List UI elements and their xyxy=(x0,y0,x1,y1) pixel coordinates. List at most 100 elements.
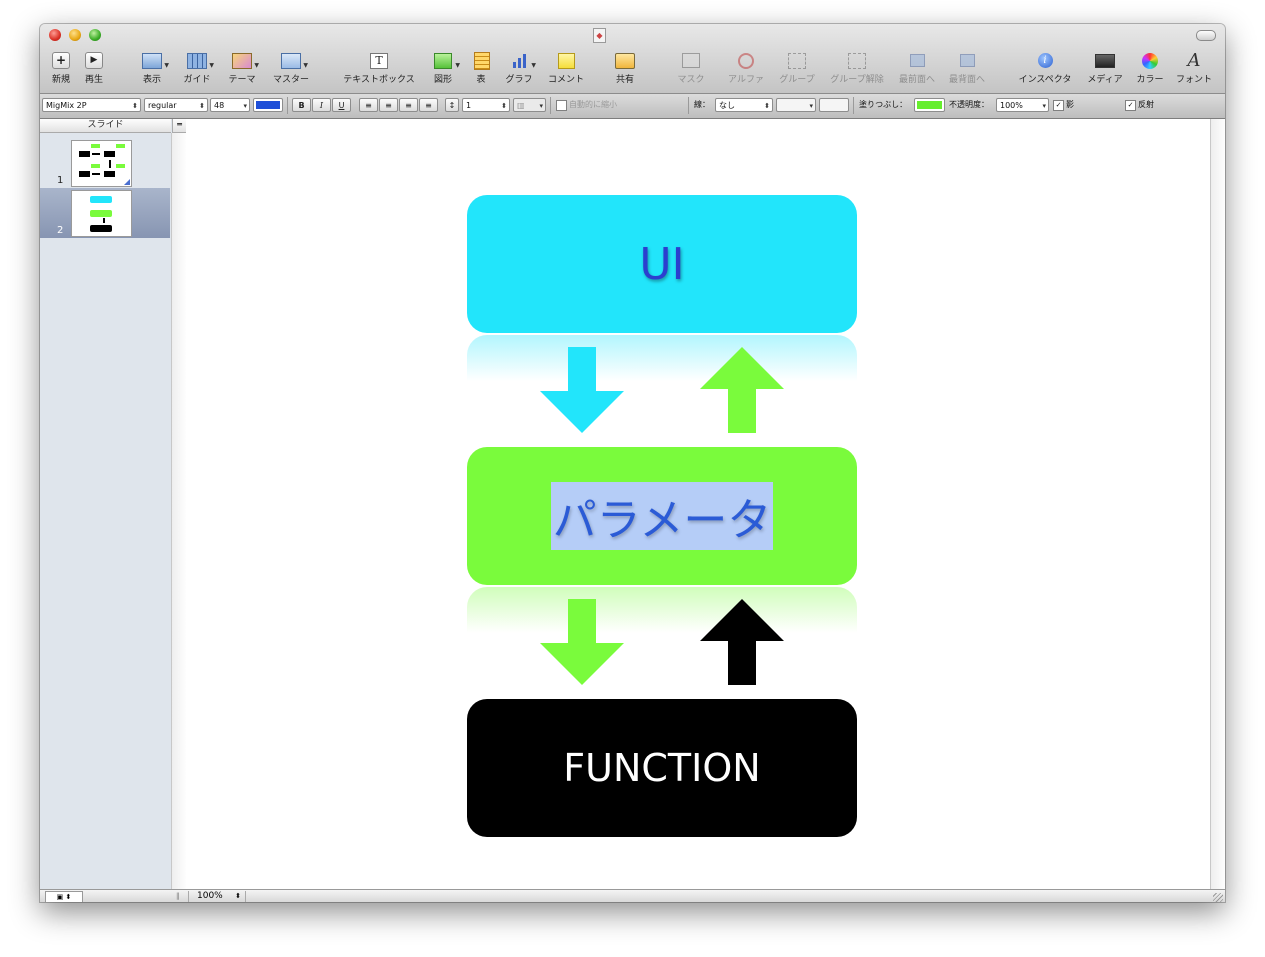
media-button[interactable]: メディア xyxy=(1085,52,1125,88)
reflection-checkbox[interactable]: ✓ xyxy=(1125,100,1136,111)
parameter-box[interactable]: パラメータ xyxy=(467,447,857,585)
font-family-select[interactable]: MigMix 2P ⬍ xyxy=(42,98,141,112)
minimize-window-button[interactable] xyxy=(69,29,81,41)
splitter-handle[interactable]: ‖ xyxy=(176,891,182,902)
opacity-combo[interactable]: 100% ▾ xyxy=(996,98,1049,112)
down-arrow-icon[interactable] xyxy=(538,347,628,437)
play-button[interactable]: ▶ 再生 xyxy=(83,52,105,88)
slide-thumbnail-1[interactable]: 1 xyxy=(40,138,170,188)
resize-grip[interactable] xyxy=(1213,893,1223,902)
canvas-scrollbar[interactable] xyxy=(1210,119,1225,889)
text-color-well[interactable] xyxy=(253,98,283,112)
masters-menu-button[interactable]: ▼ マスター xyxy=(270,52,312,88)
textbox-button[interactable]: T テキストボックス xyxy=(338,52,420,88)
zoom-select[interactable]: 100% ⬍ xyxy=(188,891,246,902)
justify-button[interactable]: ≡ xyxy=(419,98,438,112)
share-button[interactable]: 共有 xyxy=(614,52,636,88)
function-box-label: FUNCTION xyxy=(563,746,761,790)
ui-box-label: UI xyxy=(639,238,685,290)
autoshrink-label: 自動的に縮小 xyxy=(569,100,617,109)
shadow-checkbox[interactable]: ✓ xyxy=(1053,100,1064,111)
color-wheel-icon xyxy=(1140,52,1160,69)
mask-button[interactable]: マスク xyxy=(674,52,708,88)
slide-number: 1 xyxy=(57,175,64,186)
share-icon xyxy=(615,52,635,69)
shadow-label: 影 xyxy=(1066,100,1074,109)
alpha-button[interactable]: アルファ xyxy=(726,52,766,88)
send-to-back-button[interactable]: 最背面へ xyxy=(946,52,988,88)
view-icon: ▼ xyxy=(142,52,169,69)
mask-icon xyxy=(681,52,701,69)
colors-button[interactable]: カラー xyxy=(1134,52,1166,88)
view-menu-button[interactable]: ▼ 表示 xyxy=(137,52,169,88)
slide-number: 2 xyxy=(57,225,64,236)
slide-preview xyxy=(71,140,132,187)
font-style-select[interactable]: regular ⬍ xyxy=(144,98,208,112)
fonts-button[interactable]: A フォント xyxy=(1176,52,1212,88)
align-center-button[interactable]: ≡ xyxy=(379,98,398,112)
bar-chart-icon: ▼ xyxy=(509,52,536,69)
autoshrink-checkbox[interactable] xyxy=(556,100,567,111)
line-spacing-select[interactable]: 1 ⬍ xyxy=(462,98,510,112)
toolbar-toggle-button[interactable] xyxy=(1196,30,1216,41)
slide-thumbnail-2[interactable]: 2 xyxy=(40,188,170,238)
magic-wand-icon xyxy=(736,52,756,69)
fill-label: 塗りつぶし： xyxy=(859,100,908,109)
up-arrow-icon[interactable] xyxy=(698,599,788,689)
themes-menu-button[interactable]: ▼ テーマ xyxy=(225,52,259,88)
line-spacing-icon: ↕ xyxy=(445,98,459,112)
group-button[interactable]: グループ xyxy=(776,52,818,88)
presenter-icon: ▣ ⬍ xyxy=(56,893,72,901)
line-width-select[interactable]: ▾ xyxy=(776,98,816,112)
slide-preview xyxy=(71,190,132,237)
ui-box[interactable]: UI xyxy=(467,195,857,333)
align-center-icon: ≡ xyxy=(385,101,392,110)
table-icon xyxy=(472,51,492,70)
ungroup-button[interactable]: グループ解除 xyxy=(826,52,888,88)
navigator-scrollbar[interactable] xyxy=(171,133,187,889)
inspector-button[interactable]: i インスペクタ xyxy=(1015,52,1075,88)
function-box[interactable]: FUNCTION xyxy=(467,699,857,837)
ui-box-reflection xyxy=(467,335,857,381)
underline-button[interactable]: U xyxy=(332,98,351,112)
table-button[interactable]: 表 xyxy=(472,51,492,88)
slide-canvas: UI パラメータ FUNCTION xyxy=(186,119,1210,889)
bring-to-front-button[interactable]: 最前面へ xyxy=(896,52,938,88)
guides-menu-button[interactable]: ▼ ガイド xyxy=(181,52,214,88)
new-slide-button[interactable]: + 新規 xyxy=(50,52,72,88)
line-style-select[interactable]: なし ⬍ xyxy=(715,98,773,112)
line-label: 線： xyxy=(694,100,710,109)
group-icon xyxy=(787,52,807,69)
line-color-well[interactable] xyxy=(819,98,849,112)
italic-button[interactable]: I xyxy=(312,98,331,112)
send-to-back-icon xyxy=(957,52,977,69)
slide-navigator: スライド ═ 1 2 xyxy=(40,119,187,889)
close-window-button[interactable] xyxy=(49,29,61,41)
navigator-options-button[interactable]: ═ xyxy=(172,119,186,133)
grid-icon: ▼ xyxy=(187,52,214,69)
shapes-icon: ▼ xyxy=(433,52,460,69)
chart-menu-button[interactable]: ▼ グラフ xyxy=(504,52,536,88)
zoom-window-button[interactable] xyxy=(89,29,101,41)
fill-color-swatch xyxy=(917,101,942,109)
font-icon: A xyxy=(1187,50,1201,71)
align-right-button[interactable]: ≡ xyxy=(399,98,418,112)
bold-button[interactable]: B xyxy=(292,98,311,112)
separator xyxy=(287,97,288,114)
format-bar: MigMix 2P ⬍ regular ⬍ 48 ▾ B I U ≡ ≡ ≡ ≡ ↕ … xyxy=(40,94,1225,119)
shapes-menu-button[interactable]: ▼ 図形 xyxy=(430,52,460,88)
view-mode-select[interactable]: ▣ ⬍ xyxy=(45,891,83,902)
document-proxy-icon[interactable]: ◆ xyxy=(593,28,606,43)
down-arrow-icon[interactable] xyxy=(538,599,628,689)
separator xyxy=(853,97,854,114)
comment-icon xyxy=(556,52,576,69)
themes-icon: ▼ xyxy=(232,52,259,69)
columns-select[interactable]: ▥ ▾ xyxy=(513,98,546,112)
up-arrow-icon[interactable] xyxy=(698,347,788,437)
align-left-button[interactable]: ≡ xyxy=(359,98,378,112)
info-icon: i xyxy=(1035,52,1055,69)
parameter-box-label[interactable]: パラメータ xyxy=(550,482,774,550)
comment-button[interactable]: コメント xyxy=(545,52,587,88)
font-size-combo[interactable]: 48 ▾ xyxy=(210,98,250,112)
fill-color-well[interactable] xyxy=(914,98,945,112)
